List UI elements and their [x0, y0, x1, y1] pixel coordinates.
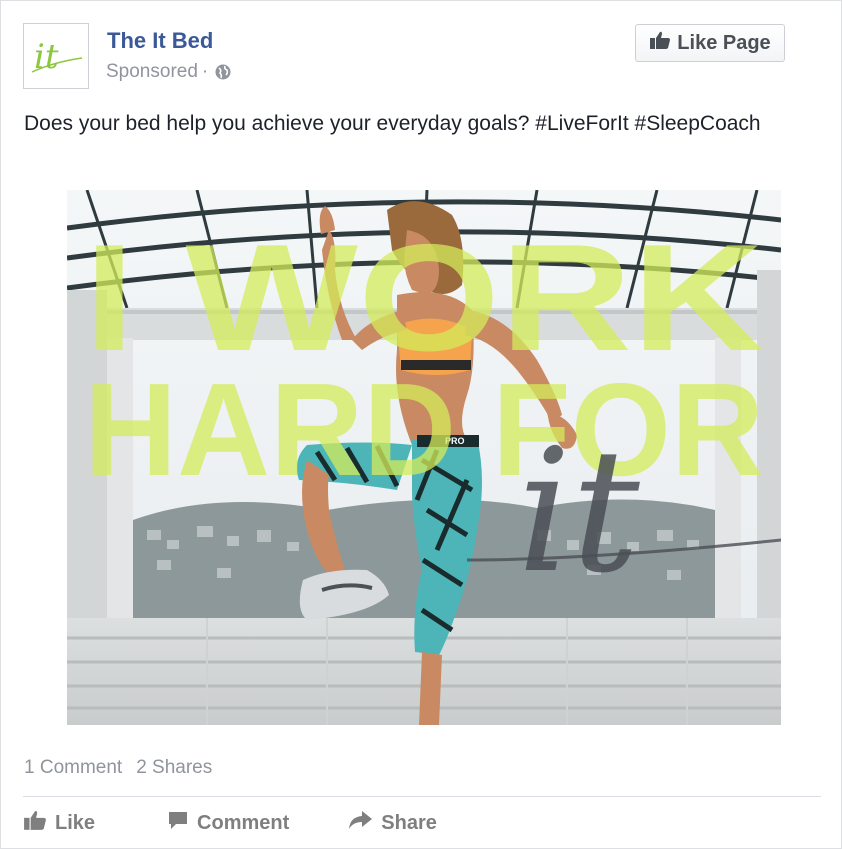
- logo-text: it: [34, 37, 59, 77]
- headline-overlay: I WORK HARD FOR: [84, 213, 764, 503]
- thumbs-up-icon: [23, 809, 47, 837]
- comment-button[interactable]: Comment: [167, 809, 289, 837]
- share-button[interactable]: Share: [347, 809, 437, 837]
- script-it: it: [517, 413, 640, 611]
- share-label: Share: [381, 811, 437, 834]
- action-bar: Like Comment Share: [23, 809, 437, 837]
- actions-divider: [23, 796, 821, 797]
- comment-bubble-icon: [167, 809, 189, 837]
- globe-icon[interactable]: [214, 63, 232, 81]
- like-page-button[interactable]: Like Page: [635, 24, 785, 62]
- page-logo[interactable]: it: [23, 23, 89, 89]
- ad-post-card: it The It Bed Sponsored · Like Page Does…: [0, 0, 842, 849]
- like-page-label: Like Page: [677, 31, 771, 54]
- post-image[interactable]: PRO I WORK HARD FOR it: [67, 190, 781, 725]
- separator-dot: ·: [201, 61, 209, 82]
- share-count[interactable]: 2 Shares: [136, 757, 212, 779]
- page-name-link[interactable]: The It Bed: [107, 28, 213, 54]
- thumbs-up-icon: [649, 30, 671, 56]
- comment-label: Comment: [197, 811, 290, 834]
- headline-line2: HARD FOR: [84, 356, 764, 503]
- sponsored-row: Sponsored ·: [106, 61, 232, 83]
- engagement-stats: 1 Comment 2 Shares: [24, 757, 212, 779]
- comment-count[interactable]: 1 Comment: [24, 757, 122, 779]
- share-arrow-icon: [347, 809, 373, 837]
- post-message: Does your bed help you achieve your ever…: [24, 112, 761, 135]
- it-logo-icon: it: [31, 37, 83, 77]
- fitness-photo: PRO I WORK HARD FOR it: [67, 190, 781, 725]
- like-button[interactable]: Like: [23, 809, 95, 837]
- like-label: Like: [55, 811, 96, 834]
- sponsored-label[interactable]: Sponsored: [106, 61, 198, 83]
